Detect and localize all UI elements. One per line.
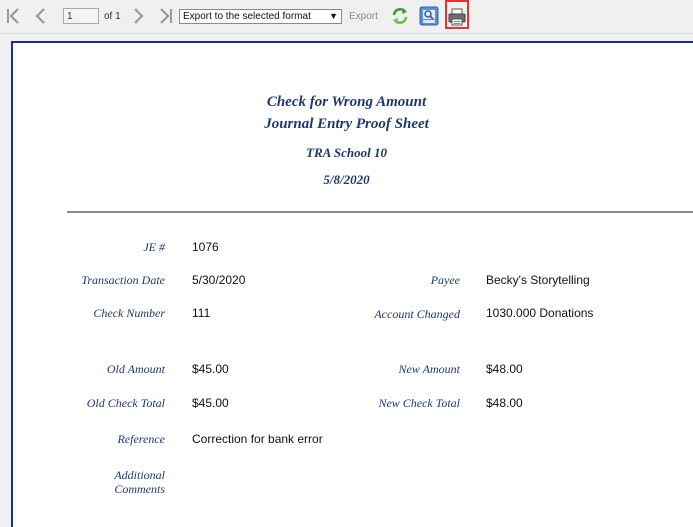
reference-value: Correction for bank error <box>192 432 323 446</box>
old-check-total-value: $45.00 <box>192 396 229 410</box>
additional-comments-label-line1: Additional <box>114 468 165 482</box>
report-title: Check for Wrong Amount <box>266 94 427 110</box>
first-page-icon[interactable] <box>4 6 22 26</box>
reference-label: Reference <box>117 432 165 446</box>
new-check-total-value: $48.00 <box>486 396 523 410</box>
new-check-total-label: New Check Total <box>378 396 460 410</box>
print-icon[interactable] <box>447 7 467 27</box>
old-amount-value: $45.00 <box>192 362 229 376</box>
previous-page-icon[interactable] <box>31 6 49 26</box>
next-page-icon[interactable] <box>130 6 148 26</box>
check-number-value: 111 <box>192 306 211 320</box>
check-number-label: Check Number <box>93 306 165 320</box>
transaction-date-label: Transaction Date <box>81 273 165 287</box>
export-button[interactable]: Export <box>349 11 378 22</box>
page-count-label: of 1 <box>104 11 121 22</box>
last-page-icon[interactable] <box>157 6 175 26</box>
payee-label: Payee <box>430 273 460 287</box>
school-name: TRA School 10 <box>306 145 387 160</box>
old-amount-label: Old Amount <box>106 362 165 376</box>
report-toolbar: 1 of 1 Export to the selected format ▼ E… <box>0 0 693 34</box>
additional-comments-label-line2: Comments <box>114 482 165 496</box>
account-changed-value: 1030.000 Donations <box>486 306 594 320</box>
report-date: 5/8/2020 <box>323 172 370 187</box>
transaction-date-value: 5/30/2020 <box>192 273 246 287</box>
payee-value: Becky's Storytelling <box>486 273 590 287</box>
export-format-select[interactable]: Export to the selected format ▼ <box>179 9 342 24</box>
export-format-selected: Export to the selected format <box>183 11 311 22</box>
new-amount-value: $48.00 <box>486 362 523 376</box>
je-number-label: JE # <box>143 240 165 254</box>
report-subtitle: Journal Entry Proof Sheet <box>264 116 429 132</box>
new-amount-label: New Amount <box>398 362 460 376</box>
header-divider <box>67 211 693 213</box>
je-number-value: 1076 <box>192 240 219 254</box>
refresh-icon[interactable] <box>390 6 410 26</box>
old-check-total-label: Old Check Total <box>86 396 165 410</box>
viewer-top-margin <box>11 34 693 41</box>
print-preview-icon[interactable] <box>419 6 439 26</box>
page-number-input[interactable]: 1 <box>63 8 99 24</box>
account-changed-label: Account Changed <box>374 307 460 321</box>
chevron-down-icon: ▼ <box>329 11 338 21</box>
